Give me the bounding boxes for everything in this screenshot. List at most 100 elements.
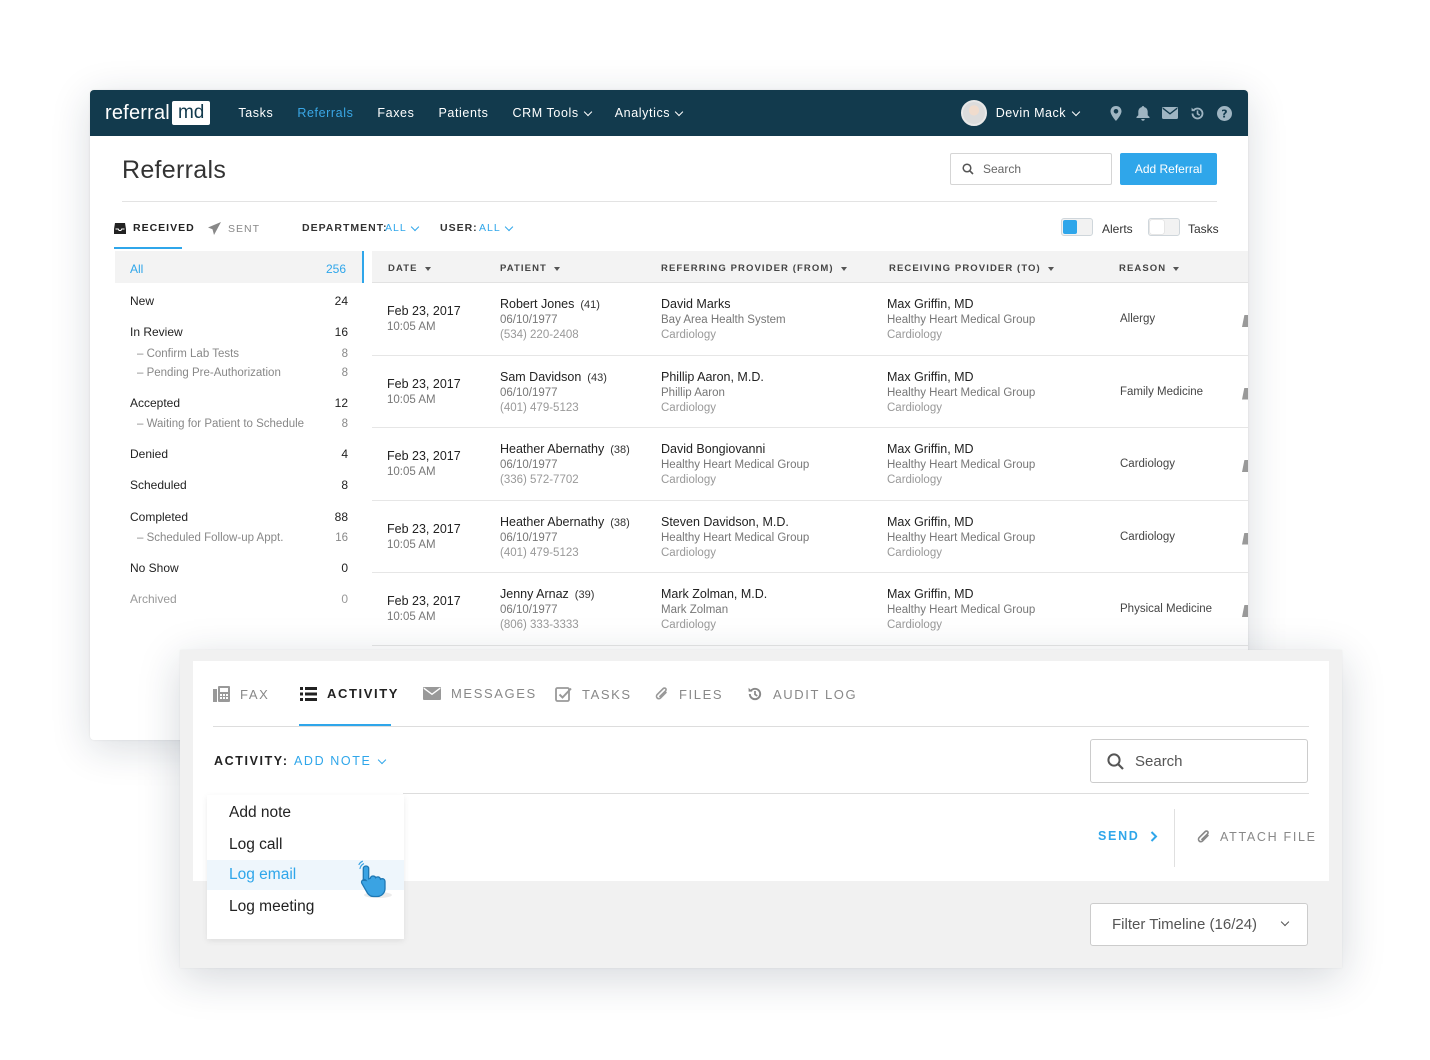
tab-received[interactable]: RECEIVED: [114, 222, 195, 234]
status-label: – Waiting for Patient to Schedule: [137, 418, 305, 430]
status-item[interactable]: No Show 0: [115, 550, 364, 582]
provider-dept: Cardiology: [661, 329, 716, 341]
send-icon: [208, 222, 221, 235]
patient-name[interactable]: Jenny Arnaz: [500, 587, 569, 601]
activity-type-select[interactable]: ADD NOTE: [294, 754, 387, 768]
tab-activity[interactable]: ACTIVITY: [300, 686, 399, 701]
provider-name: David Bongiovanni: [661, 442, 766, 456]
screen: referral md Tasks Referrals Faxes Patien…: [0, 0, 1430, 1060]
help-icon[interactable]: ?: [1216, 105, 1232, 121]
col-patient[interactable]: PATIENT: [500, 263, 560, 274]
page-title: Referrals: [122, 156, 227, 184]
provider-name: Max Griffin, MD: [887, 297, 974, 311]
tab-audit-log[interactable]: AUDIT LOG: [747, 686, 857, 702]
nav-faxes[interactable]: Faxes: [377, 106, 414, 120]
row-action-icon[interactable]: [1242, 532, 1248, 545]
col-referring-provider[interactable]: REFERRING PROVIDER (FROM): [661, 263, 847, 274]
filter-bar: RECEIVED SENT DEPARTMENT: ALL USER: ALL …: [90, 214, 1248, 250]
status-count: 16: [334, 325, 348, 339]
hand-cursor-icon: [358, 860, 392, 898]
col-receiving-provider[interactable]: RECEIVING PROVIDER (TO): [889, 263, 1054, 274]
row-action-icon[interactable]: [1242, 605, 1248, 617]
status-item[interactable]: Archived 0: [115, 581, 364, 613]
date-text: Feb 23, 2017: [387, 521, 461, 536]
nav-crm-tools[interactable]: CRM Tools: [512, 106, 592, 120]
department-select[interactable]: ALL: [385, 222, 419, 234]
patient-dob: 06/10/1977: [500, 314, 558, 326]
tab-tasks[interactable]: TASKS: [555, 686, 632, 702]
sort-icon: [553, 266, 560, 271]
tab-files[interactable]: FILES: [655, 686, 723, 702]
status-item[interactable]: Completed 88: [115, 499, 364, 531]
status-item[interactable]: – Scheduled Follow-up Appt. 16: [115, 530, 364, 550]
table-row[interactable]: Feb 23, 2017 10:05 AM Sam Davidson (43) 06/1…: [372, 356, 1248, 428]
status-item[interactable]: – Confirm Lab Tests 8: [115, 346, 364, 366]
patient-phone: (534) 220-2408: [500, 329, 579, 341]
reason-text: Family Medicine: [1120, 385, 1204, 398]
timeline-search-input[interactable]: Search: [1090, 739, 1308, 783]
status-item[interactable]: – Pending Pre-Authorization 8: [115, 365, 364, 385]
nav-referrals[interactable]: Referrals: [297, 106, 353, 120]
patient-name[interactable]: Heather Abernathy: [500, 515, 604, 529]
col-date[interactable]: DATE: [388, 263, 431, 274]
avatar[interactable]: [960, 100, 987, 126]
bell-icon[interactable]: [1135, 105, 1151, 121]
table-row[interactable]: Feb 23, 2017 10:05 AM Heather Abernathy (38…: [372, 501, 1248, 573]
patient-name[interactable]: Robert Jones: [500, 297, 574, 311]
app-logo[interactable]: referral md: [105, 101, 211, 125]
patient-dob: 06/10/1977: [500, 459, 558, 471]
status-item[interactable]: All 256: [115, 251, 364, 283]
provider-dept: Cardiology: [887, 619, 942, 631]
status-item[interactable]: Accepted 12: [115, 385, 364, 417]
row-action-icon[interactable]: [1242, 460, 1248, 472]
add-referral-button[interactable]: Add Referral: [1120, 153, 1217, 185]
history-icon[interactable]: [1189, 105, 1205, 121]
status-count: 4: [341, 446, 348, 461]
mail-icon[interactable]: [1162, 105, 1178, 121]
search-input[interactable]: Search: [950, 153, 1112, 185]
provider-org: Healthy Heart Medical Group: [887, 604, 1036, 616]
provider-org: Healthy Heart Medical Group: [887, 314, 1036, 326]
alerts-toggle[interactable]: [1061, 218, 1093, 236]
status-item[interactable]: – Waiting for Patient to Schedule 8: [115, 416, 364, 436]
menu-item-log-call[interactable]: Log call: [207, 830, 404, 860]
send-button[interactable]: SEND: [1098, 829, 1158, 843]
patient-name[interactable]: Sam Davidson: [500, 370, 581, 384]
referrals-window: referral md Tasks Referrals Faxes Patien…: [90, 90, 1248, 740]
tab-sent[interactable]: SENT: [208, 222, 260, 235]
table-row[interactable]: Feb 23, 2017 10:05 AM Jenny Arnaz (39) 06/10…: [372, 573, 1248, 646]
sort-icon: [424, 266, 431, 271]
col-reason[interactable]: REASON: [1119, 263, 1180, 274]
attach-file-button[interactable]: ATTACH FILE: [1197, 829, 1317, 845]
divider: [213, 726, 1309, 727]
chevron-down-icon: [504, 222, 513, 231]
table-row[interactable]: Feb 23, 2017 10:05 AM Heather Abernathy (38…: [372, 428, 1248, 501]
provider-org: Healthy Heart Medical Group: [887, 531, 1036, 544]
menu-item-add-note[interactable]: Add note: [207, 798, 404, 828]
user-menu[interactable]: Devin Mack: [996, 106, 1081, 120]
row-action-icon[interactable]: [1242, 387, 1248, 400]
tasks-toggle[interactable]: [1148, 218, 1180, 236]
status-label: Accepted: [130, 395, 181, 410]
status-label: – Confirm Lab Tests: [137, 347, 240, 360]
patient-name[interactable]: Heather Abernathy: [500, 442, 604, 456]
table-header: DATE PATIENT REFERRING PROVIDER (FROM) R…: [372, 251, 1248, 283]
nav-tasks[interactable]: Tasks: [238, 106, 273, 120]
search-placeholder: Search: [983, 162, 1022, 176]
tab-messages[interactable]: MESSAGES: [423, 686, 537, 701]
patient-age: (41): [580, 299, 600, 311]
chevron-right-icon: [1150, 830, 1157, 842]
nav-analytics[interactable]: Analytics: [615, 106, 684, 120]
status-item[interactable]: Scheduled 8: [115, 467, 364, 499]
filter-timeline-select[interactable]: Filter Timeline (16/24): [1090, 903, 1308, 946]
status-item[interactable]: Denied 4: [115, 436, 364, 468]
user-select[interactable]: ALL: [479, 222, 513, 234]
status-item[interactable]: New 24: [115, 283, 364, 315]
table-row[interactable]: Feb 23, 2017 10:05 AM Robert Jones (41) 06/1…: [372, 283, 1248, 356]
tab-fax[interactable]: FAX: [213, 686, 269, 702]
status-label: Archived: [130, 592, 177, 606]
row-action-icon[interactable]: [1242, 315, 1248, 327]
location-icon[interactable]: [1108, 105, 1124, 121]
status-item[interactable]: In Review 16: [115, 314, 364, 346]
nav-patients[interactable]: Patients: [438, 106, 488, 120]
